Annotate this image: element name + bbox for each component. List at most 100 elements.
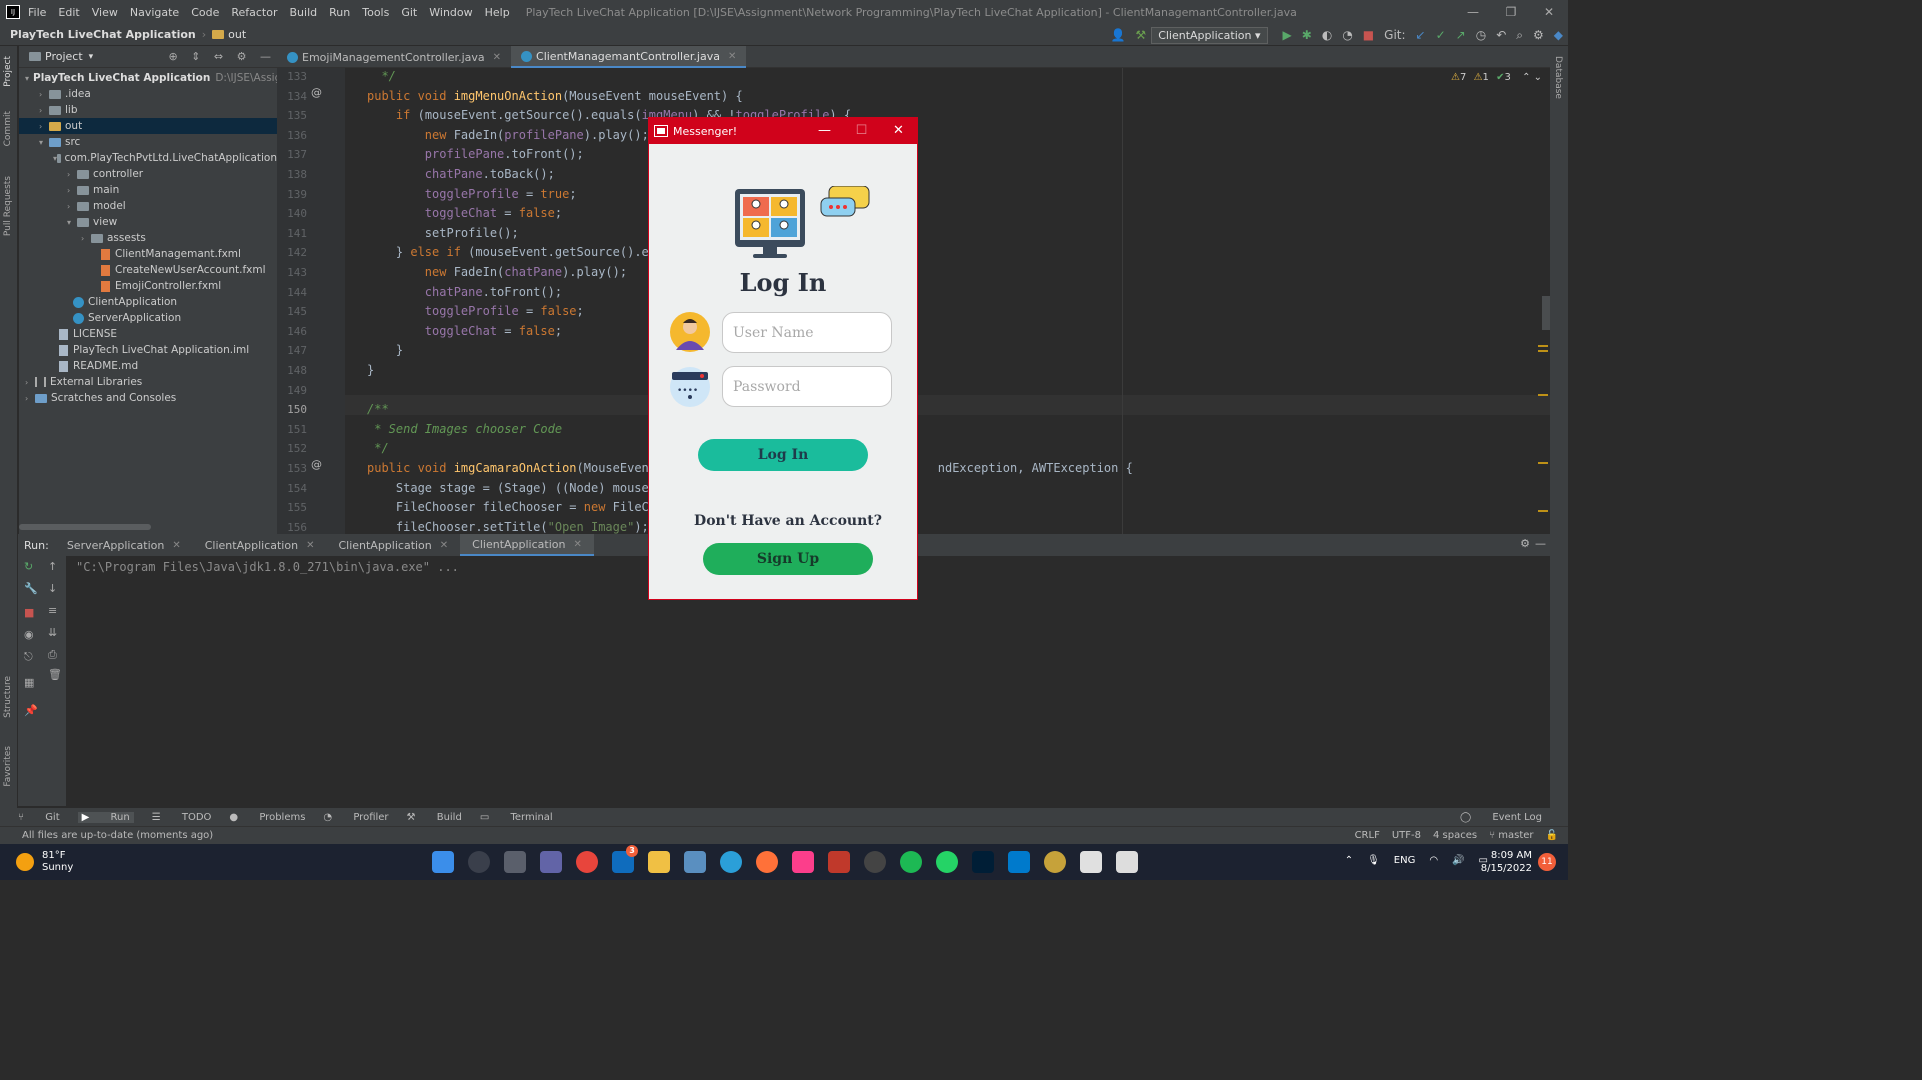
- tool-build[interactable]: ⚒ Build: [407, 812, 462, 823]
- menu-view[interactable]: View: [92, 6, 118, 19]
- run-configuration-select[interactable]: ClientApplication ▾: [1151, 26, 1268, 44]
- error-stripe-mark[interactable]: [1538, 510, 1548, 512]
- project-panel-title[interactable]: Project: [45, 50, 83, 63]
- start-icon[interactable]: [432, 851, 454, 873]
- git-branch[interactable]: ⑂ master: [1489, 830, 1533, 841]
- code-line[interactable]: Stage stage = (Stage) ((Node) mouseEven: [367, 481, 678, 495]
- tool-terminal[interactable]: ▭ Terminal: [480, 812, 553, 823]
- line-separator[interactable]: CRLF: [1355, 830, 1380, 841]
- run-tab-client-3[interactable]: ClientApplication ✕: [460, 534, 594, 556]
- code-line[interactable]: }: [367, 363, 374, 377]
- maximize-icon[interactable]: ☐: [843, 118, 880, 144]
- event-log[interactable]: ◯ Event Log: [1460, 812, 1542, 823]
- favorites-tool-tab[interactable]: Favorites: [3, 746, 13, 787]
- code-line[interactable]: fileChooser.setTitle("Open Image");: [367, 520, 649, 534]
- tree-item[interactable]: › out: [19, 118, 277, 134]
- speedometer-icon[interactable]: [864, 851, 886, 873]
- exit-icon[interactable]: ⎋: [24, 650, 33, 664]
- git-push-icon[interactable]: ↗: [1456, 28, 1466, 42]
- stop-icon[interactable]: ■: [1363, 28, 1374, 42]
- coverage-icon[interactable]: ◐: [1322, 28, 1332, 42]
- database-tool-tab[interactable]: Database: [1553, 56, 1563, 99]
- app-red-icon[interactable]: [828, 851, 850, 873]
- tree-item[interactable]: EmojiController.fxml: [19, 278, 277, 294]
- close-icon[interactable]: ✕: [880, 118, 917, 144]
- wrench-icon[interactable]: 🔧: [24, 582, 38, 595]
- tree-item[interactable]: CreateNewUserAccount.fxml: [19, 262, 277, 278]
- chevron-right-icon[interactable]: ›: [39, 90, 49, 99]
- menu-run[interactable]: Run: [329, 6, 350, 19]
- gear-icon[interactable]: ⚙: [237, 50, 247, 63]
- weather-widget[interactable]: 81°F Sunny: [16, 850, 73, 874]
- minimize-icon[interactable]: —: [1454, 0, 1492, 24]
- hide-icon[interactable]: —: [260, 50, 271, 63]
- tab-client-controller[interactable]: ClientManagemantController.java ✕: [511, 46, 747, 68]
- chevron-right-icon[interactable]: ›: [81, 234, 91, 243]
- tool-todo[interactable]: ☰ TODO: [152, 812, 212, 823]
- chrome-icon[interactable]: [576, 851, 598, 873]
- run-tab-server[interactable]: ServerApplication ✕: [55, 534, 193, 556]
- code-line[interactable]: /**: [367, 402, 389, 416]
- chevron-right-icon[interactable]: ›: [25, 378, 35, 387]
- code-line[interactable]: setProfile();: [367, 226, 519, 240]
- code-line[interactable]: public void imgMenuOnAction(MouseEvent m…: [367, 89, 743, 103]
- chevron-down-icon[interactable]: ▾: [39, 138, 49, 147]
- chevron-down-icon[interactable]: ▾: [67, 218, 77, 227]
- code-line[interactable]: new FadeIn(profilePane).play();: [367, 128, 649, 142]
- structure-tool-tab[interactable]: Structure: [3, 676, 13, 718]
- print-icon[interactable]: ⎙: [48, 648, 57, 662]
- minimize-icon[interactable]: —: [806, 118, 843, 144]
- java-running-icon[interactable]: [1116, 851, 1138, 873]
- file-encoding[interactable]: UTF-8: [1392, 830, 1421, 841]
- chevron-down-icon[interactable]: ▾: [25, 74, 29, 83]
- close-tab-icon[interactable]: ✕: [573, 539, 581, 550]
- file-explorer-icon[interactable]: [648, 851, 670, 873]
- tool-run[interactable]: ▶ Run: [77, 811, 134, 823]
- chevron-down-icon[interactable]: ▾: [89, 52, 94, 62]
- tree-item[interactable]: › model: [19, 198, 277, 214]
- restore-icon[interactable]: ❐: [1492, 0, 1530, 24]
- teams-icon[interactable]: [540, 851, 562, 873]
- indent-setting[interactable]: 4 spaces: [1433, 830, 1477, 841]
- tab-emoji-controller[interactable]: EmojiManagementController.java ✕: [277, 46, 511, 68]
- code-line[interactable]: profilePane.toFront();: [367, 147, 584, 161]
- search-icon[interactable]: [468, 851, 490, 873]
- code-line[interactable]: new FadeIn(chatPane).play();: [367, 265, 627, 279]
- layout-icon[interactable]: ▦: [24, 676, 34, 689]
- photoshop-icon[interactable]: [972, 851, 994, 873]
- messenger-title-bar[interactable]: Messenger! — ☐ ✕: [649, 118, 917, 144]
- code-line[interactable]: } else if (mouseEvent.getSource().equal: [367, 245, 678, 259]
- tree-item[interactable]: ▾ com.PlayTechPvtLtd.LiveChatApplication: [19, 150, 277, 166]
- pull-requests-tool-tab[interactable]: Pull Requests: [3, 176, 13, 236]
- override-marker-icon[interactable]: @: [311, 458, 322, 471]
- code-line[interactable]: */: [367, 441, 388, 455]
- tool-problems[interactable]: ● Problems: [229, 812, 305, 823]
- tree-item[interactable]: ▾ src: [19, 134, 277, 150]
- menu-git[interactable]: Git: [401, 6, 417, 19]
- tree-item[interactable]: ServerApplication: [19, 310, 277, 326]
- git-commit-icon[interactable]: ✓: [1436, 28, 1446, 42]
- tree-item[interactable]: › .idea: [19, 86, 277, 102]
- edge-icon[interactable]: [720, 851, 742, 873]
- breadcrumb-project[interactable]: PlayTech LiveChat Application: [10, 28, 196, 41]
- close-tab-icon[interactable]: ✕: [493, 52, 501, 63]
- signup-button[interactable]: Sign Up: [703, 543, 873, 575]
- settings-icon[interactable]: ⚙: [1533, 28, 1544, 42]
- down-icon[interactable]: ↓: [48, 582, 57, 595]
- stop-icon[interactable]: ■: [24, 606, 34, 619]
- firefox-icon[interactable]: [756, 851, 778, 873]
- override-marker-icon[interactable]: @: [311, 86, 322, 99]
- inspection-widget[interactable]: ⚠7 ⚠1 ✔3 ⌃ ⌄: [1451, 72, 1542, 83]
- build-hammer-icon[interactable]: ⚒: [1135, 28, 1146, 42]
- close-tab-icon[interactable]: ✕: [306, 540, 314, 551]
- pin-icon[interactable]: 📌: [24, 704, 38, 717]
- run-icon[interactable]: ▶: [1283, 28, 1292, 42]
- close-icon[interactable]: ✕: [1530, 0, 1568, 24]
- menu-build[interactable]: Build: [290, 6, 318, 19]
- tree-item[interactable]: › controller: [19, 166, 277, 182]
- tree-item[interactable]: › Scratches and Consoles: [19, 390, 277, 406]
- tree-item[interactable]: › assests: [19, 230, 277, 246]
- menu-refactor[interactable]: Refactor: [231, 6, 277, 19]
- rollback-icon[interactable]: ↶: [1496, 28, 1506, 42]
- menu-code[interactable]: Code: [191, 6, 219, 19]
